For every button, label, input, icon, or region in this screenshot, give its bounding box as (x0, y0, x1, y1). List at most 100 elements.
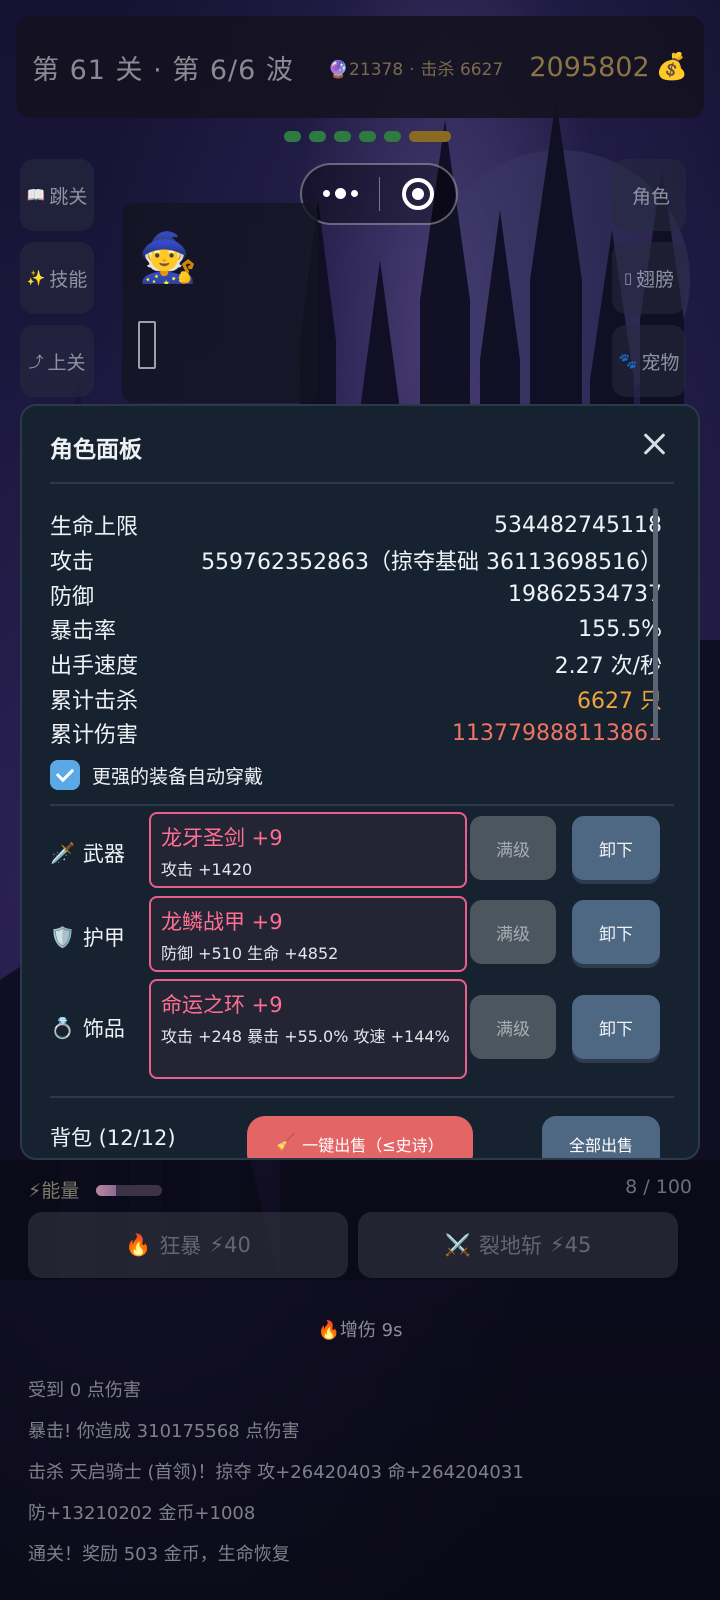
return-arrow-icon: ⤴ (28, 352, 44, 371)
armor-slot-label: 🛡️ 护甲 (50, 922, 125, 952)
wave-dot (334, 131, 351, 142)
stat-value: 534482745118 (494, 512, 662, 538)
skip-stage-label: 跳关 (49, 185, 88, 208)
accessory-slot-label: 💍 饰品 (50, 1013, 125, 1043)
more-dots-icon (322, 189, 330, 197)
item-stats: 攻击 +1420 (161, 860, 253, 879)
rage-skill-button[interactable]: 🔥 狂暴 ⚡40 (28, 1212, 348, 1278)
stat-label: 暴击率 (50, 619, 117, 645)
log-line: 击杀 天启骑士 (首领)！掠夺 攻+26420403 命+264204031 (28, 1462, 524, 1483)
stat-label: 攻击 (50, 550, 95, 576)
stat-label: 防御 (50, 584, 95, 610)
log-line: 防+13210202 金币+1008 (28, 1503, 256, 1524)
item-stats: 防御 +510 生命 +4852 (161, 944, 339, 963)
energy-value: 8 / 100 (625, 1176, 692, 1198)
paw-icon: 🐾 (618, 352, 638, 370)
stats-scrollbar[interactable] (653, 508, 658, 740)
gold-value: 2095802 (529, 51, 650, 83)
more-dots-icon (334, 187, 346, 199)
checkbox-checked-icon[interactable] (50, 760, 80, 790)
stat-label: 累计伤害 (50, 723, 139, 749)
missing-glyph-icon (138, 321, 156, 369)
unequip-button[interactable]: 卸下 (572, 900, 660, 964)
money-bag-icon: 💰 (655, 52, 688, 82)
slot-label-text: 武器 (82, 842, 125, 866)
close-mini-program-button[interactable] (380, 178, 457, 210)
wave-dot (309, 131, 326, 142)
panel-title: 角色面板 (50, 437, 142, 463)
combat-log: 受到 0 点伤害 暴击! 你造成 310175568 点伤害 击杀 天启骑士 (… (28, 1376, 692, 1581)
item-name: 命运之环 +9 (161, 993, 283, 1017)
character-label: 角色 (631, 185, 670, 208)
sell-all-button[interactable]: 全部出售 (542, 1116, 660, 1158)
wings-button[interactable]: ▯ 翅膀 (612, 242, 686, 314)
equipped-item[interactable]: 龙鳞战甲 +9 防御 +510 生命 +4852 (149, 896, 467, 972)
item-name: 龙鳞战甲 +9 (161, 910, 283, 934)
mini-program-capsule (300, 163, 458, 225)
more-menu-button[interactable] (302, 187, 379, 199)
wings-icon: ▯ (623, 269, 633, 287)
shield-icon: 🛡️ (50, 925, 75, 949)
quick-sell-button[interactable]: 🧹 一键出售（≤史诗） (247, 1116, 473, 1158)
item-name: 龙牙圣剑 +9 (161, 826, 283, 850)
divider (50, 482, 674, 484)
energy-bar-fill (96, 1185, 116, 1196)
wings-label: 翅膀 (636, 268, 675, 291)
character-card: 🧙 (122, 203, 318, 403)
close-icon[interactable] (638, 428, 670, 460)
weapon-slot-label: 🗡️ 武器 (50, 838, 125, 868)
target-center-icon (411, 188, 424, 200)
equipped-item[interactable]: 龙牙圣剑 +9 攻击 +1420 (149, 812, 467, 888)
pet-label: 宠物 (641, 351, 680, 374)
stat-total-damage: 累计伤害 113779888113861 (50, 716, 662, 751)
unequip-button[interactable]: 卸下 (572, 995, 660, 1059)
gold-counter: 2095802 💰 (529, 52, 688, 83)
stat-defense: 防御 19862534737 (50, 577, 662, 612)
stat-label: 累计击杀 (50, 688, 139, 714)
stat-attack: 攻击 559762352863（掠夺基础 36113698516） (50, 543, 662, 578)
stage-wave-label: 第 61 关 · 第 6/6 波 (32, 54, 294, 86)
stat-attack-speed: 出手速度 2.27 次/秒 (50, 647, 662, 682)
fire-icon: 🔥 (125, 1232, 152, 1257)
inventory-count: 背包 (12/12) (50, 1126, 176, 1150)
divider (50, 1096, 674, 1098)
kills-counter: 击杀 6627 (420, 59, 504, 80)
slot-label-text: 护甲 (82, 926, 125, 950)
character-panel-modal: 角色面板 生命上限 534482745118 攻击 559762352863（掠… (20, 404, 700, 1160)
unequip-button[interactable]: 卸下 (572, 816, 660, 880)
character-button[interactable]: 角色 (612, 159, 686, 231)
max-level-button[interactable]: 满级 (470, 816, 556, 880)
ground-slash-skill-button[interactable]: ⚔️ 裂地斩 ⚡45 (358, 1212, 678, 1278)
quick-sell-label: 一键出售（≤史诗） (302, 1136, 444, 1155)
damage-buff-timer: 🔥增伤 9s (317, 1320, 403, 1341)
stats-list: 生命上限 534482745118 攻击 559762352863（掠夺基础 3… (50, 508, 662, 751)
stat-value: 113779888113861 (452, 720, 662, 746)
skills-button[interactable]: ✨ 技能 (20, 242, 94, 314)
stat-total-kills: 累计击杀 6627 只 (50, 681, 662, 716)
previous-stage-button[interactable]: ⤴ 上关 (20, 325, 94, 397)
stat-label: 生命上限 (50, 515, 139, 541)
max-level-button[interactable]: 满级 (470, 900, 556, 964)
wave-dot-current (409, 131, 451, 142)
broom-icon: 🧹 (276, 1132, 297, 1151)
skills-label: 技能 (49, 268, 88, 291)
crossed-swords-icon: ⚔️ (444, 1232, 471, 1257)
energy-bar (96, 1185, 162, 1196)
separator-dot: · (409, 59, 415, 80)
wave-dot (359, 131, 376, 142)
stat-max-hp: 生命上限 534482745118 (50, 508, 662, 543)
sparkles-icon: ✨ (26, 269, 46, 287)
gems-counter: 🔮21378 (327, 59, 404, 80)
wizard-avatar-icon: 🧙 (138, 230, 198, 286)
pet-button[interactable]: 🐾 宠物 (612, 325, 686, 397)
ring-icon: 💍 (50, 1016, 75, 1040)
max-level-button[interactable]: 满级 (470, 995, 556, 1059)
item-stats: 攻击 +248 暴击 +55.0% 攻速 +144% (161, 1027, 450, 1046)
auto-equip-toggle[interactable]: 更强的装备自动穿戴 (50, 760, 263, 790)
stat-value: 559762352863（掠夺基础 36113698516） (201, 550, 662, 576)
dagger-icon: 🗡️ (50, 841, 75, 865)
skip-stage-button[interactable]: 📖 跳关 (20, 159, 94, 231)
stat-value: 6627 只 (577, 688, 662, 714)
equipped-item[interactable]: 命运之环 +9 攻击 +248 暴击 +55.0% 攻速 +144% (149, 979, 467, 1079)
stat-value: 155.5% (578, 616, 662, 642)
